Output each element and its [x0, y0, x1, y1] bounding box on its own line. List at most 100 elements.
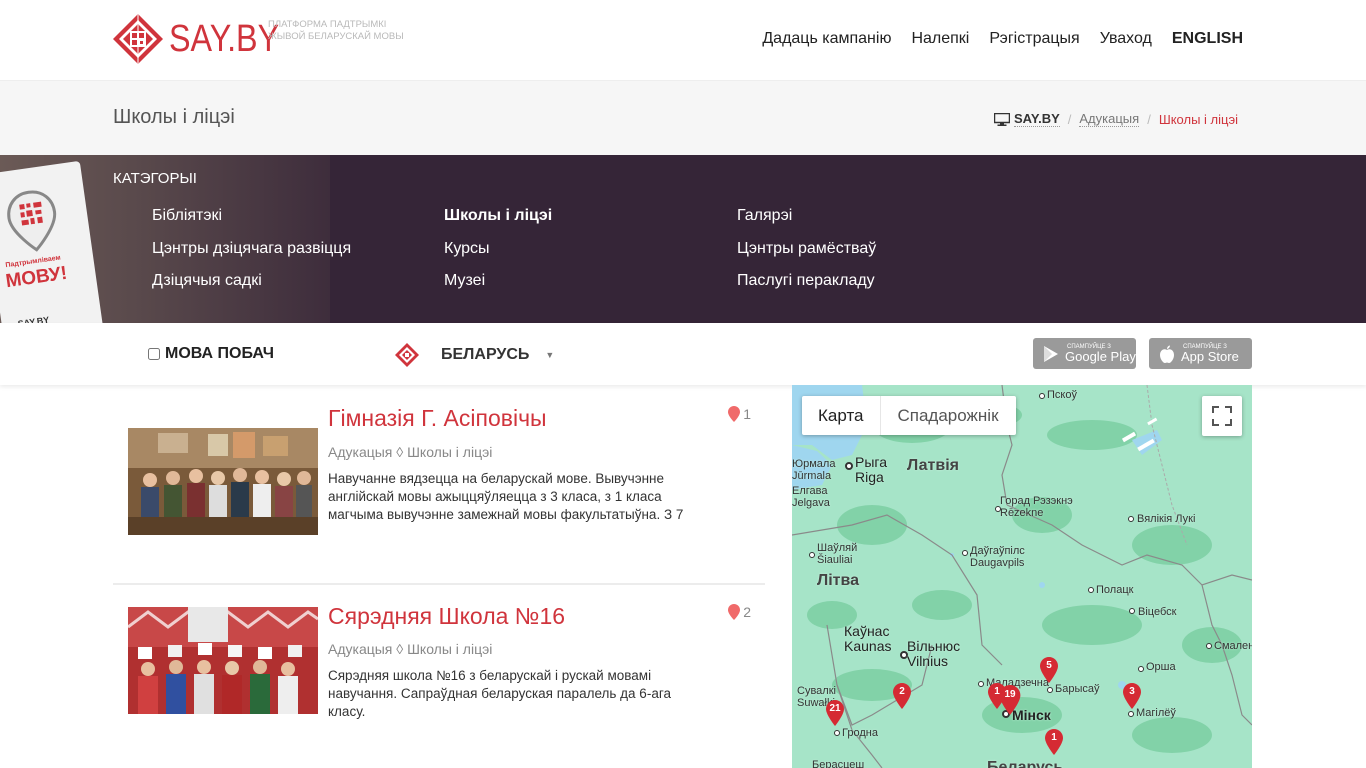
- listing-title[interactable]: Сярэдняя Школа №16: [328, 603, 565, 630]
- city-label-brest: Берасцеш: [812, 759, 865, 768]
- map-widget[interactable]: Карта Спадарожнік Пскоў Юрмала Jūrmala Р…: [792, 385, 1252, 768]
- map-cluster-pin[interactable]: 19: [999, 685, 1021, 715]
- city-label-smalensk: Смален: [1214, 640, 1252, 652]
- city-dot: [1129, 608, 1135, 614]
- city-label-orsha: Орша: [1146, 661, 1176, 673]
- city-label-hrodna: Гродна: [842, 727, 878, 739]
- category-schools[interactable]: Школы і ліцэі: [444, 207, 552, 240]
- map-marker-icon: [728, 406, 741, 422]
- main-nav: Дадаць кампанію Налепкі Рэгістрацыя Увах…: [742, 30, 1243, 48]
- breadcrumb-home[interactable]: SAY.BY: [1013, 111, 1060, 127]
- ornament-icon: [395, 343, 419, 367]
- country-label-lithuania: Літва: [817, 572, 860, 589]
- city-label-jurmala: Юрмала: [792, 458, 836, 470]
- country-name: БЕЛАРУСЬ: [441, 346, 530, 363]
- apple-icon: [1160, 345, 1174, 363]
- categories-heading: Катэгорыі: [113, 170, 197, 187]
- logo-tagline: Платформа падтрымкі жывой беларускай мов…: [268, 19, 404, 42]
- city-label-daugavpils: Даўгаўпілс: [970, 545, 1025, 557]
- map-cluster-pin[interactable]: 3: [1123, 683, 1141, 709]
- location-count-value: 1: [743, 406, 751, 422]
- sticker-image: Падтрымліваем МОВУ! SAY.BY: [0, 160, 104, 323]
- category-kindergartens[interactable]: Дзіцячыя садкі: [152, 272, 351, 305]
- app-store-button[interactable]: СПАМПУЙЦЕ З App Store: [1149, 338, 1252, 369]
- city-label-kaunas: Каўнас: [844, 623, 890, 639]
- monitor-icon: [993, 112, 1010, 126]
- pin-count: 5: [1046, 660, 1052, 671]
- breadcrumb-separator: /: [1147, 111, 1151, 127]
- city-label-mahilou: Магілёў: [1136, 707, 1176, 719]
- city-label-riga-latin: Riga: [855, 469, 884, 485]
- city-dot: [1088, 587, 1094, 593]
- listing-title[interactable]: Гімназія Г. Асіповічы: [328, 405, 547, 432]
- listing-divider: [113, 583, 765, 585]
- city-dot: [1128, 711, 1134, 717]
- fullscreen-button[interactable]: [1202, 396, 1242, 436]
- listing-location-count: 2: [728, 604, 751, 620]
- city-dot: [809, 552, 815, 558]
- city-label-jurmala-latin: Jūrmala: [792, 470, 832, 482]
- category-galleries[interactable]: Галярэі: [737, 207, 876, 240]
- city-label-vilnius-latin: Vilnius: [907, 653, 948, 669]
- listing-photo[interactable]: [128, 428, 318, 535]
- map-cluster-pin[interactable]: 1: [1045, 729, 1063, 755]
- ornament-logo-icon: [113, 14, 163, 64]
- nav-stickers[interactable]: Налепкі: [911, 30, 969, 48]
- google-play-icon: [1044, 345, 1058, 362]
- city-dot: [1138, 666, 1144, 672]
- map-type-map-tab[interactable]: Карта: [802, 396, 881, 435]
- breadcrumb-education[interactable]: Адукацыя: [1079, 111, 1140, 127]
- city-label-jelgava-latin: Jelgava: [792, 497, 830, 509]
- city-dot: [1128, 516, 1134, 522]
- breadcrumb-separator: /: [1067, 111, 1072, 127]
- category-courses[interactable]: Курсы: [444, 240, 552, 273]
- map-cluster-pin[interactable]: 21: [826, 700, 844, 726]
- google-play-label: Google Play: [1065, 348, 1136, 364]
- category-libraries[interactable]: Бібліятэкі: [152, 207, 351, 240]
- city-label-vilnius: Вільнюс: [907, 638, 961, 654]
- listing-description: Сярэдняя школа №16 з беларускай і рускай…: [328, 668, 671, 719]
- city-dot: [834, 730, 840, 736]
- pin-count: 2: [899, 686, 905, 697]
- google-play-button[interactable]: СПАМПУЙЦЕ З Google Play: [1033, 338, 1136, 369]
- category-museums[interactable]: Музеі: [444, 272, 552, 305]
- map-type-satellite-tab[interactable]: Спадарожнік: [881, 396, 1016, 435]
- mova-nearby-toggle[interactable]: МОВА ПОБАЧ: [148, 345, 274, 363]
- sticker-brand: SAY.BY: [17, 314, 50, 323]
- category-child-development[interactable]: Цэнтры дзіцячага развіцця: [152, 240, 351, 273]
- city-label-siauliai: Шаўляй: [817, 542, 858, 554]
- mova-nearby-label: МОВА ПОБАЧ: [165, 345, 274, 362]
- map-cluster-pin[interactable]: 5: [1040, 657, 1058, 683]
- city-label-velikie-luki: Вялікія Лукі: [1137, 513, 1196, 525]
- breadcrumb-current: Школы і ліцэі: [1158, 111, 1238, 127]
- fullscreen-icon: [1212, 406, 1232, 426]
- city-dot: [962, 550, 968, 556]
- city-label-rezekne-latin: Rēzekne: [1000, 507, 1044, 519]
- category-crafts[interactable]: Цэнтры рамёстваў: [737, 240, 876, 273]
- country-label-latvia: Латвія: [907, 457, 959, 474]
- nav-add-company[interactable]: Дадаць кампанію: [762, 30, 891, 48]
- nav-register[interactable]: Рэгістрацыя: [989, 30, 1079, 48]
- map-cluster-pin[interactable]: 2: [893, 683, 911, 709]
- city-label-jelgava: Елгава: [792, 485, 828, 497]
- city-label-polatsk: Полацк: [1096, 584, 1134, 596]
- city-label-barysau: Барысаў: [1055, 683, 1100, 695]
- city-label-pskov: Пскоў: [1047, 389, 1077, 401]
- city-dot: [978, 681, 984, 687]
- listing-photo[interactable]: [128, 607, 318, 714]
- nav-language-english[interactable]: ENGLISH: [1172, 30, 1243, 48]
- mova-nearby-checkbox[interactable]: [148, 348, 160, 360]
- chevron-down-icon: ▼: [545, 350, 555, 360]
- country-select[interactable]: БЕЛАРУСЬ ▼: [395, 343, 554, 367]
- city-label-siauliai-latin: Šiauliai: [817, 554, 853, 566]
- listing-panel: Гімназія Г. Асіповічы Адукацыя ◊ Школы і…: [113, 385, 765, 768]
- categories-column-1: Бібліятэкі Цэнтры дзіцячага развіцця Дзі…: [152, 207, 351, 305]
- city-label-daugavpils-latin: Daugavpils: [970, 557, 1025, 569]
- map-marker-icon: [728, 604, 741, 620]
- page-title: Школы і ліцэі: [113, 106, 235, 128]
- city-label-vitsebsk: Віцебск: [1138, 606, 1177, 618]
- listing-category: Адукацыя ◊ Школы і ліцэі: [328, 444, 493, 460]
- category-translation[interactable]: Паслугі перакладу: [737, 272, 876, 305]
- pin-count: 1: [1051, 732, 1057, 743]
- nav-login[interactable]: Уваход: [1100, 30, 1152, 48]
